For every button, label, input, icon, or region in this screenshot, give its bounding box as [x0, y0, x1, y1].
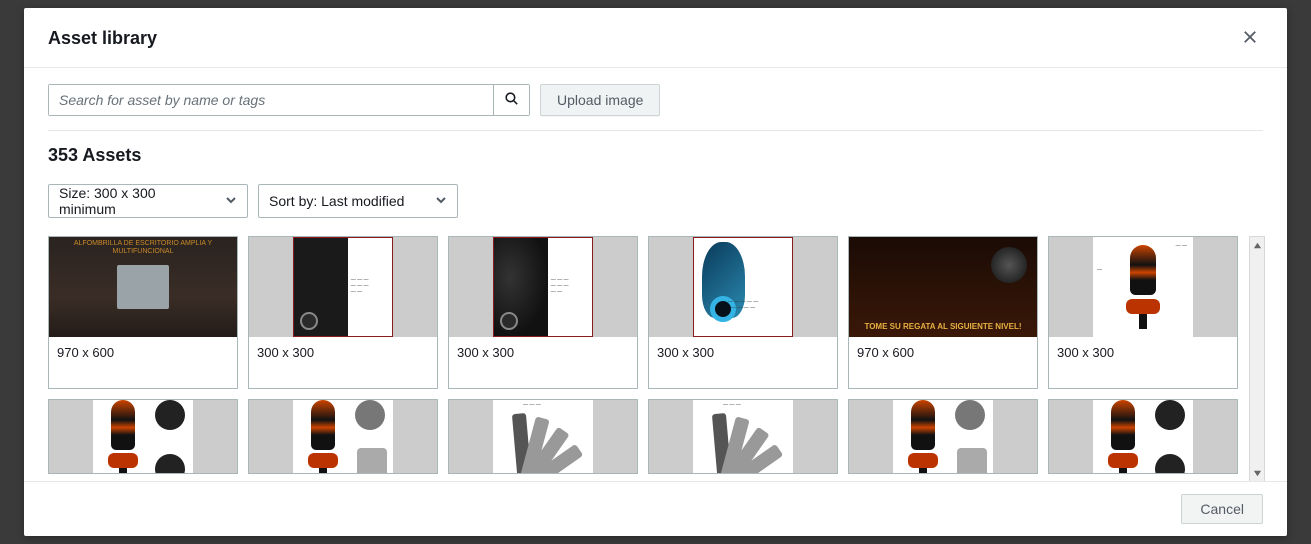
asset-thumbnail: — — —— — —— —	[449, 237, 637, 337]
cancel-button[interactable]: Cancel	[1181, 494, 1263, 524]
asset-thumbnail: — ——	[1049, 237, 1237, 337]
asset-size-label: 300 x 300	[449, 337, 637, 388]
asset-card[interactable]	[248, 399, 438, 474]
search-input[interactable]	[49, 85, 493, 115]
asset-size-label: 970 x 600	[49, 337, 237, 388]
asset-thumbnail: — — — — —— — — —	[649, 237, 837, 337]
modal-title: Asset library	[48, 28, 157, 49]
asset-size-label: 300 x 300	[249, 337, 437, 388]
assets-scroll[interactable]: ALFOMBRILLA DE ESCRITORIO AMPLIA Y MULTI…	[48, 236, 1263, 481]
size-filter-select[interactable]: Size: 300 x 300 minimum	[48, 184, 248, 218]
size-filter-label: Size: 300 x 300 minimum	[59, 185, 215, 217]
search-icon	[503, 90, 520, 110]
asset-size-label: 300 x 300	[1049, 337, 1237, 388]
assets-area: ALFOMBRILLA DE ESCRITORIO AMPLIA Y MULTI…	[48, 236, 1263, 481]
sort-select[interactable]: Sort by: Last modified	[258, 184, 458, 218]
scroll-down-icon[interactable]	[1250, 465, 1264, 481]
modal-header: Asset library	[24, 8, 1287, 68]
chevron-down-icon	[435, 193, 447, 209]
asset-card[interactable]: TOME SU REGATA AL SIGUIENTE NIVEL!970 x …	[848, 236, 1038, 389]
asset-thumbnail: TOME SU REGATA AL SIGUIENTE NIVEL!	[849, 237, 1037, 337]
asset-card[interactable]: — — —— — —— —300 x 300	[248, 236, 438, 389]
asset-card[interactable]: — ——300 x 300	[1048, 236, 1238, 389]
asset-card[interactable]	[848, 399, 1038, 474]
asset-thumbnail	[1049, 400, 1237, 473]
close-button[interactable]	[1237, 24, 1263, 53]
asset-thumbnail	[49, 400, 237, 473]
asset-thumbnail: — — —— — —— —	[249, 237, 437, 337]
search-wrap	[48, 84, 530, 116]
close-icon	[1241, 34, 1259, 49]
search-button[interactable]	[493, 85, 529, 115]
asset-thumbnail: ALFOMBRILLA DE ESCRITORIO AMPLIA Y MULTI…	[49, 237, 237, 337]
assets-grid: ALFOMBRILLA DE ESCRITORIO AMPLIA Y MULTI…	[48, 236, 1263, 474]
sort-label: Sort by: Last modified	[269, 193, 404, 209]
search-row: Upload image	[48, 84, 1263, 116]
asset-thumbnail	[249, 400, 437, 473]
asset-library-modal: Asset library Upload image 353 Assets	[24, 8, 1287, 536]
assets-scrollbar[interactable]	[1249, 236, 1265, 481]
asset-card[interactable]: ALFOMBRILLA DE ESCRITORIO AMPLIA Y MULTI…	[48, 236, 238, 389]
assets-count: 353 Assets	[48, 145, 1263, 166]
asset-size-label: 300 x 300	[649, 337, 837, 388]
filters-row: Size: 300 x 300 minimum Sort by: Last mo…	[48, 184, 1263, 218]
asset-size-label: 970 x 600	[849, 337, 1037, 388]
upload-image-button[interactable]: Upload image	[540, 84, 660, 116]
asset-card[interactable]: — —— — —	[648, 399, 838, 474]
asset-thumbnail	[849, 400, 1037, 473]
divider	[48, 130, 1263, 131]
asset-card[interactable]: — — —— — —— —300 x 300	[448, 236, 638, 389]
asset-thumbnail: — —— — —	[649, 400, 837, 473]
asset-card[interactable]	[48, 399, 238, 474]
asset-thumbnail: — —— — —	[449, 400, 637, 473]
asset-card[interactable]: — — — — —— — — —300 x 300	[648, 236, 838, 389]
asset-card[interactable]	[1048, 399, 1238, 474]
asset-card[interactable]: — —— — —	[448, 399, 638, 474]
modal-body: Upload image 353 Assets Size: 300 x 300 …	[24, 68, 1287, 481]
modal-footer: Cancel	[24, 481, 1287, 536]
chevron-down-icon	[225, 193, 237, 209]
scroll-up-icon[interactable]	[1250, 237, 1264, 253]
